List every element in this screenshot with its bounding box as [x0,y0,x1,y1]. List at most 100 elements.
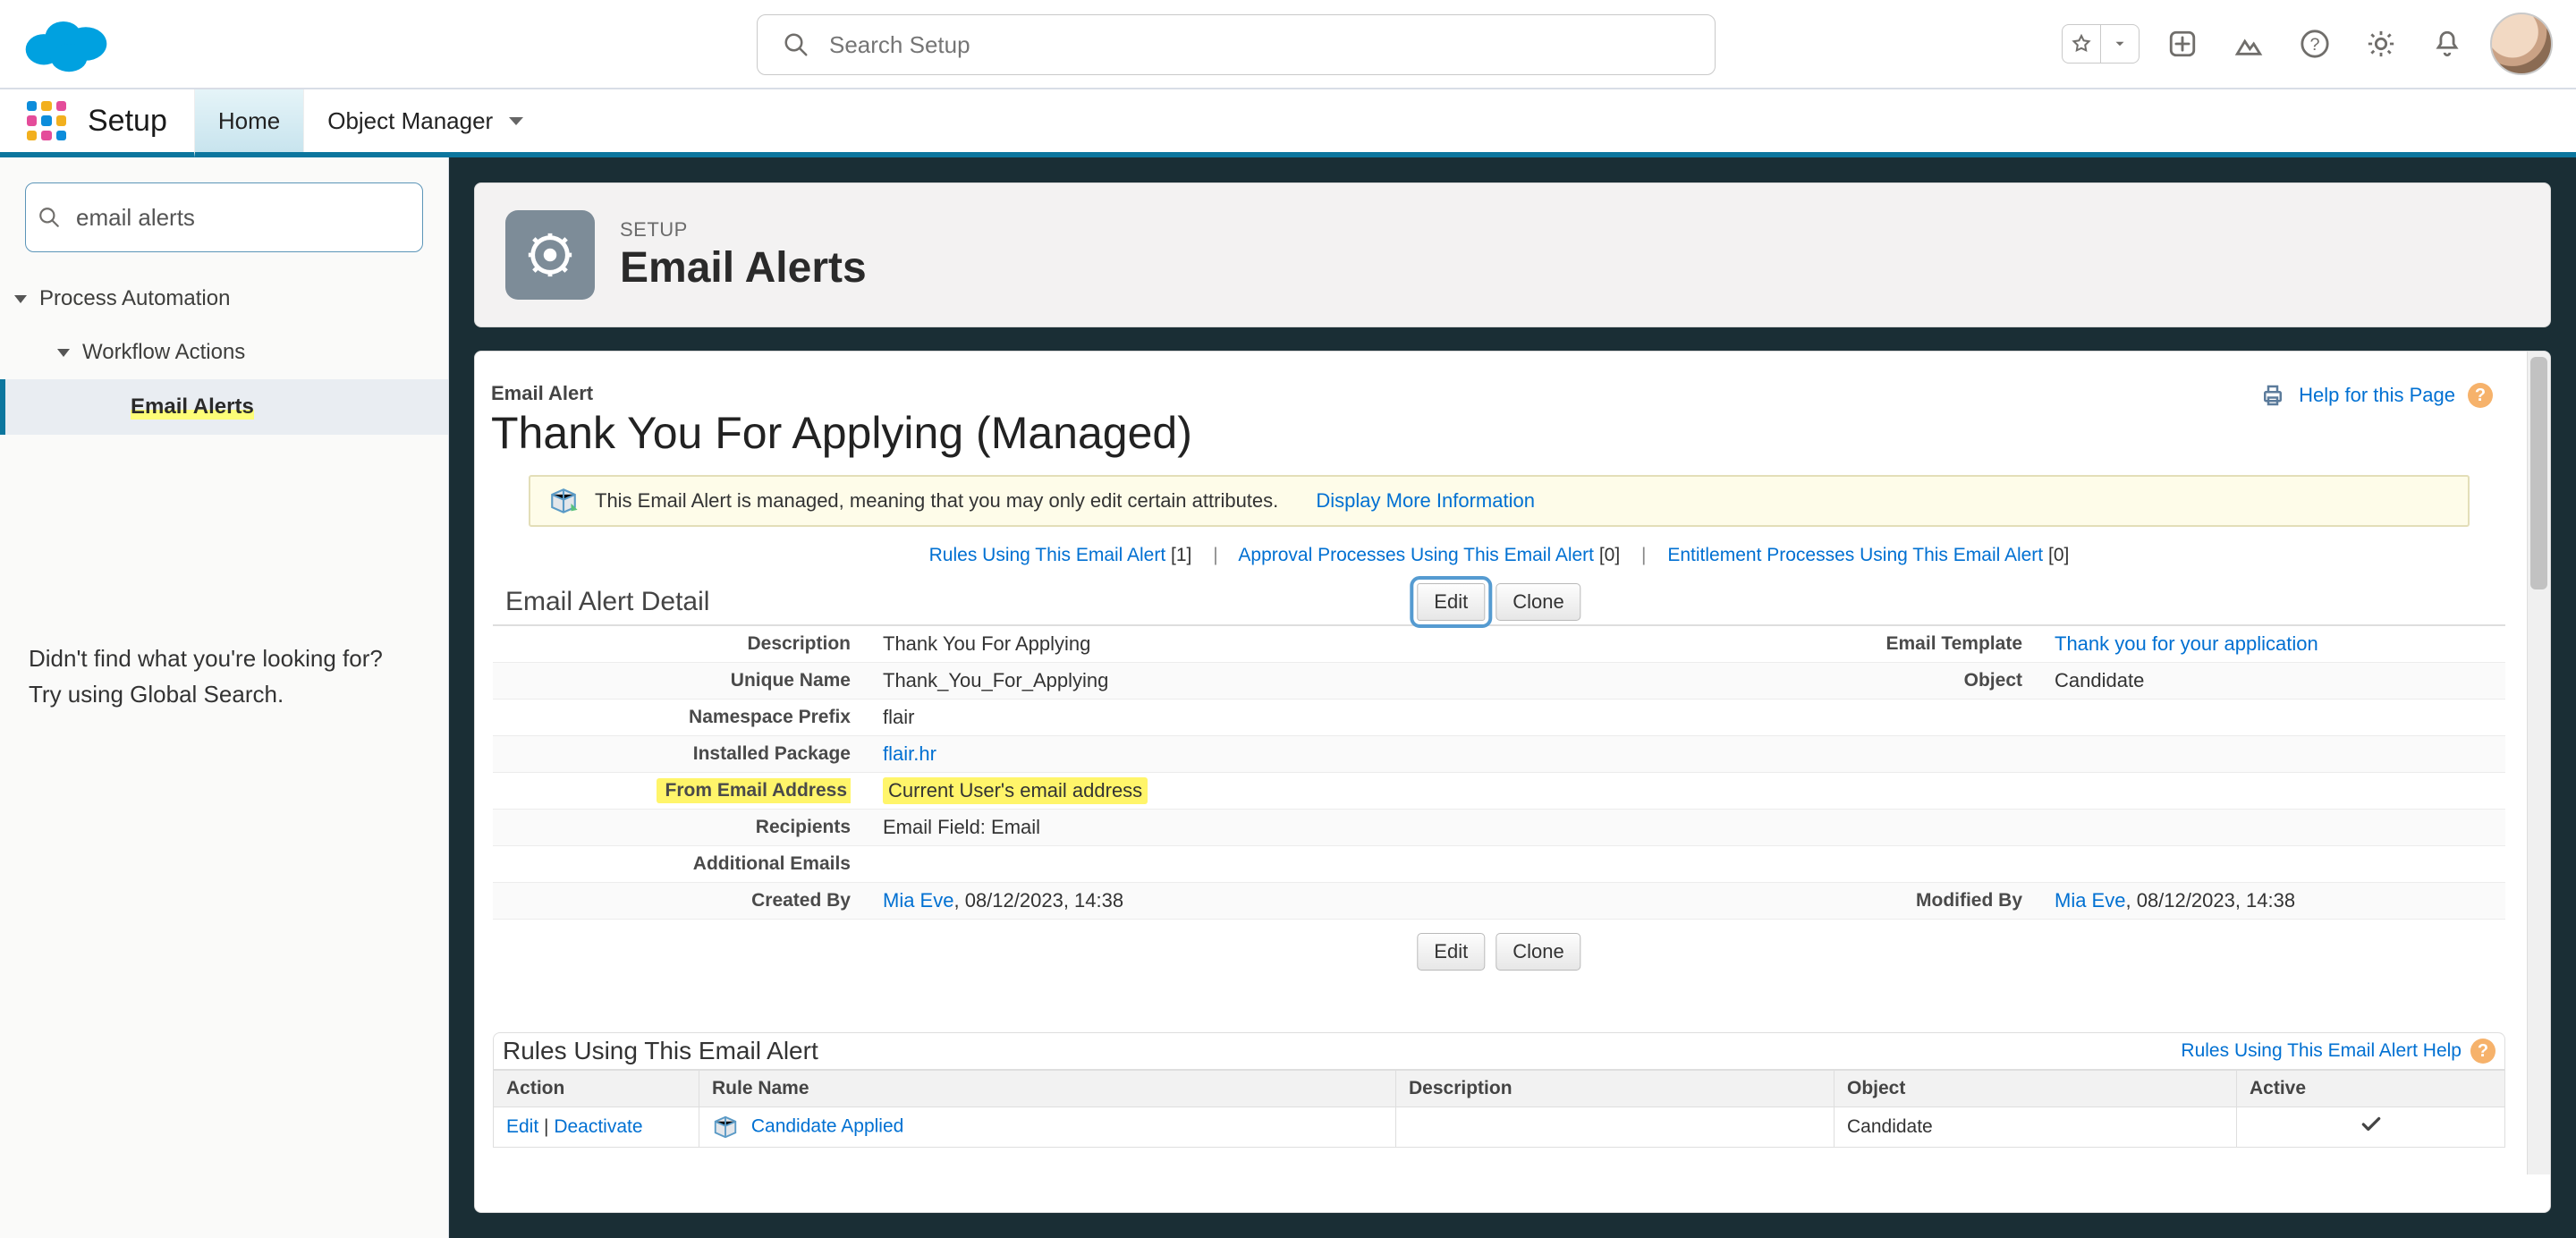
printer-icon[interactable] [2259,382,2286,409]
col-rule-name[interactable]: Rule Name [699,1071,1396,1107]
setup-tree: Process Automation Workflow Actions Emai… [0,272,448,435]
email-alert-icon [505,210,595,300]
chevron-down-icon [509,117,523,125]
package-icon [712,1114,739,1140]
detail-buttons-bottom: Edit Clone [484,925,2514,979]
sidebar-hint-line1: Didn't find what you're looking for? [29,640,412,676]
scrollbar[interactable] [2527,352,2550,1174]
display-more-info-link[interactable]: Display More Information [1316,489,1535,513]
detail-section-bar: Email Alert Detail Edit Clone [493,579,2505,625]
favorites-button-group[interactable] [2062,24,2140,64]
global-search[interactable] [757,14,1716,75]
nav-home[interactable]: Home [194,89,303,157]
nav-object-manager[interactable]: Object Manager [303,89,547,152]
created-by-user-link[interactable]: Mia Eve [883,889,953,912]
tree-workflow-actions[interactable]: Workflow Actions [0,326,448,379]
link-entitlement[interactable]: Entitlement Processes Using This Email A… [1667,545,2043,565]
help-icon[interactable]: ? [2468,383,2493,408]
label-from-email: From Email Address [493,773,877,809]
created-by-ts: , 08/12/2023, 14:38 [953,889,1123,912]
package-icon [548,486,579,516]
row-object: Candidate [1835,1107,2237,1148]
label-modified-by: Modified By [1781,883,2049,919]
col-action[interactable]: Action [494,1071,699,1107]
search-icon [38,206,61,229]
label-description: Description [493,626,877,662]
scrollbar-thumb[interactable] [2530,357,2547,589]
tree-process-automation[interactable]: Process Automation [0,272,448,326]
record-name: Thank You For Applying (Managed) [491,407,2514,459]
gear-icon[interactable] [2358,21,2404,67]
row-action-deactivate[interactable]: Deactivate [554,1116,642,1137]
row-action-edit[interactable]: Edit [506,1116,538,1137]
help-for-this-page[interactable]: Help for this Page ? [2259,382,2493,409]
modified-by-user-link[interactable]: Mia Eve [2055,889,2125,912]
link-approval[interactable]: Approval Processes Using This Email Aler… [1238,545,1594,565]
related-list-rules: Rules Using This Email Alert Rules Using… [493,1032,2505,1148]
value-modified-by: Mia Eve , 08/12/2023, 14:38 [2049,883,2505,919]
col-object[interactable]: Object [1835,1071,2237,1107]
tree-email-alerts-label: Email Alerts [131,394,254,420]
col-description[interactable]: Description [1396,1071,1835,1107]
value-created-by: Mia Eve , 08/12/2023, 14:38 [877,883,1781,919]
related-shortcut-links: Rules Using This Email Alert [1] | Appro… [484,545,2514,566]
clone-button-bottom[interactable]: Clone [1496,933,1580,971]
rules-table: Action Rule Name Description Object Acti… [493,1070,2505,1148]
value-recipients: Email Field: Email [877,810,1781,845]
detail-section-title: Email Alert Detail [493,587,709,617]
value-installed-package[interactable]: flair.hr [883,742,936,766]
label-object: Object [1781,663,2049,699]
value-namespace: flair [877,700,1781,735]
app-name: Setup [88,104,167,139]
star-icon[interactable] [2063,25,2100,63]
global-search-input[interactable] [827,30,1715,60]
global-header: ? [0,0,2576,89]
nav-object-manager-label: Object Manager [327,107,493,135]
check-icon [2360,1113,2383,1136]
label-unique-name: Unique Name [493,663,877,699]
detail-table: Description Thank You For Applying Email… [493,625,2505,920]
avatar[interactable] [2490,13,2553,75]
label-email-template: Email Template [1781,626,2049,662]
chevron-down-icon [14,295,27,303]
bell-icon[interactable] [2424,21,2470,67]
clone-button[interactable]: Clone [1496,583,1580,621]
app-launcher[interactable]: Setup [0,89,194,152]
separator: | [1213,545,1217,565]
tree-email-alerts[interactable]: Email Alerts [0,379,448,435]
salesforce-logo[interactable] [21,13,111,75]
related-list-help-link[interactable]: Rules Using This Email Alert Help [2181,1040,2462,1062]
quick-find-input[interactable] [25,182,423,252]
link-approval-count: [0] [1599,545,1620,565]
col-active[interactable]: Active [2237,1071,2505,1107]
related-list-title: Rules Using This Email Alert [503,1037,818,1065]
modified-by-ts: , 08/12/2023, 14:38 [2125,889,2295,912]
quick-find[interactable] [25,182,423,252]
value-additional-emails [877,846,1781,882]
edit-button[interactable]: Edit [1417,583,1485,621]
edit-button-bottom[interactable]: Edit [1417,933,1485,971]
tree-process-automation-label: Process Automation [39,286,230,311]
nav-home-label: Home [218,107,280,135]
record-type-label: Email Alert [491,382,2514,405]
page-header: SETUP Email Alerts [474,182,2551,327]
page-breadcrumb: SETUP [620,218,867,242]
record-heading: Email Alert Thank You For Applying (Mana… [484,362,2514,462]
help-icon[interactable]: ? [2292,21,2338,67]
value-description: Thank You For Applying [877,626,1781,662]
label-additional-emails: Additional Emails [493,846,877,882]
context-bar: Setup Home Object Manager [0,89,2576,157]
trailhead-icon[interactable] [2225,21,2272,67]
classic-detail-frame: Email Alert Thank You For Applying (Mana… [474,351,2551,1213]
row-description [1396,1107,1835,1148]
sidebar-hint: Didn't find what you're looking for? Try… [29,640,412,712]
link-rules[interactable]: Rules Using This Email Alert [929,545,1166,565]
value-from-email: Current User's email address [877,773,1781,809]
row-rule-name-link[interactable]: Candidate Applied [751,1116,903,1137]
help-icon[interactable]: ? [2470,1039,2496,1064]
svg-text:?: ? [2309,35,2319,55]
value-email-template[interactable]: Thank you for your application [2055,632,2318,656]
add-icon[interactable] [2159,21,2206,67]
chevron-down-icon[interactable] [2101,25,2139,63]
help-page-link[interactable]: Help for this Page [2299,384,2455,407]
